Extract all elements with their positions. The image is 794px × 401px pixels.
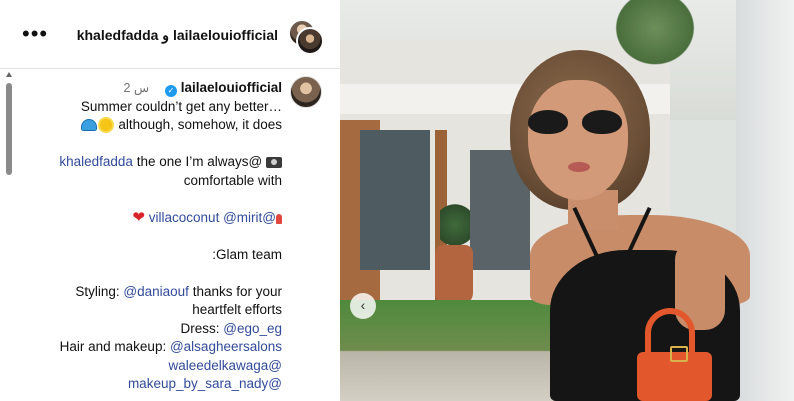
more-options-icon[interactable]: ••• [22,23,48,45]
caption-line: although, somehow, it does [118,117,282,132]
mention-link[interactable]: villacoconut [149,210,220,225]
bag-clasp [670,346,688,362]
caption-line: comfortable with [183,172,282,188]
mention-link[interactable]: @ego_eg [223,321,282,336]
caption-line: heartfelt efforts [192,302,282,317]
wave-emoji-icon [80,119,97,131]
caption-panel: ••• lailaelouiofficial و khaledfadda 2 س… [0,0,340,401]
pin-emoji-icon [276,213,282,224]
mention-link[interactable]: @daniaouf [123,284,189,299]
author-avatar[interactable] [290,76,322,108]
collab-avatars[interactable] [288,19,324,55]
scroll-thumb[interactable] [6,83,12,175]
author-username[interactable]: lailaelouiofficial [181,80,282,95]
header-user-khaled[interactable]: khaledfadda [77,27,159,43]
previous-image-button[interactable]: ‹ [350,293,376,319]
photo-window [360,130,430,270]
caption-line: Summer couldn’t get any better… [80,98,282,114]
caption-text: 2 س ✓ lailaelouiofficial Summer couldn’t… [26,79,282,394]
photo-wall [736,0,794,401]
photo-lips [568,162,590,172]
sunglasses [520,110,628,136]
header-usernames[interactable]: lailaelouiofficial و khaledfadda [77,27,278,44]
caption-line: :Glam team [212,246,282,262]
scrollbar[interactable] [4,70,14,401]
mention-link[interactable]: makeup_by_sara_nady@ [128,376,282,391]
photo-pot [435,245,473,305]
caption-body: 2 س ✓ lailaelouiofficial Summer couldn’t… [18,70,340,401]
scroll-up-arrow-icon[interactable] [6,72,12,77]
sunglasses-lens [582,110,622,134]
photo-person [510,40,750,401]
timestamp: 2 س [123,81,150,95]
header-and: و [158,27,170,43]
post-header: ••• lailaelouiofficial و khaledfadda [0,0,340,69]
heart-emoji-icon: ❤ [132,208,146,226]
photo-plant [440,200,470,250]
photo-face [528,80,628,200]
sunglasses-lens [528,110,568,134]
mention-link[interactable]: khaledfadda [59,154,133,169]
caption-line: thanks for your [192,283,282,299]
post-image[interactable]: ‹ [340,0,794,401]
caption-label: Styling: [75,283,120,299]
sun-emoji-icon [99,119,112,131]
caption-label: Dress: [180,320,220,336]
header-user-laila[interactable]: lailaelouiofficial [173,27,278,43]
mention-link[interactable]: @mirit@ [223,210,276,225]
verified-badge-icon: ✓ [164,85,177,97]
post-dialog: ••• lailaelouiofficial و khaledfadda 2 س… [0,0,794,401]
camera-emoji-icon [266,157,282,168]
caption-line: the one I’m always@ [136,154,263,169]
mention-link[interactable]: @alsagheersalons [170,339,282,354]
avatar [296,27,324,55]
mention-link[interactable]: waleedelkawaga@ [168,358,282,373]
caption-label: Hair and makeup: [59,339,167,354]
